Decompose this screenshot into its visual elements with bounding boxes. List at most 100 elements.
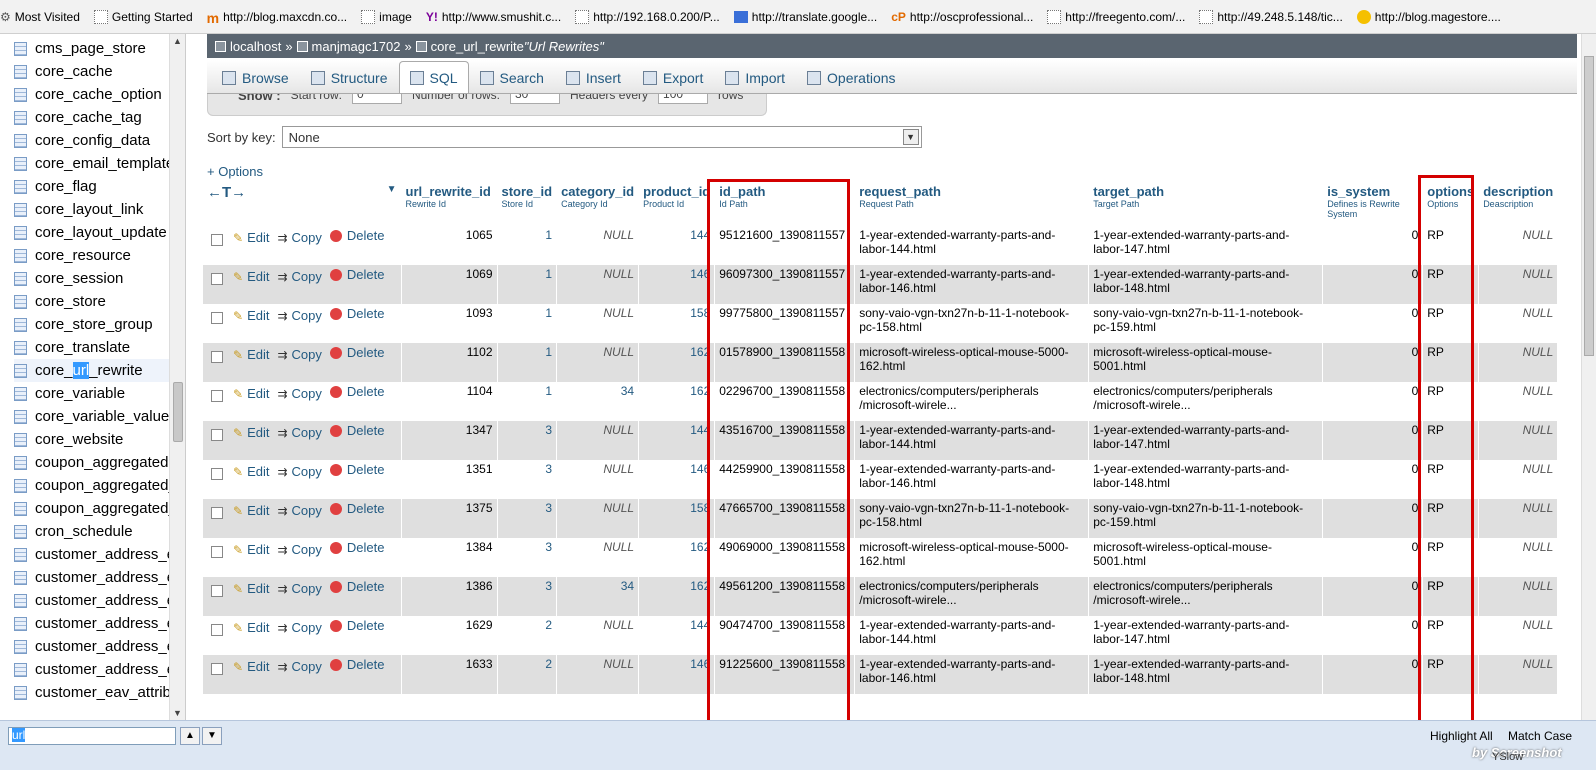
sidebar-item-label[interactable]: customer_address_e <box>35 569 175 586</box>
cell-cat[interactable]: NULL <box>556 655 640 694</box>
edit-button[interactable]: ✎ Edit <box>233 659 269 674</box>
sidebar-item[interactable]: core_config_data <box>14 129 184 152</box>
cell-target[interactable]: electronics/computers/peripherals /micro… <box>1088 382 1324 421</box>
column-header-product_id[interactable]: product_id Product Id <box>638 180 716 226</box>
cell-prod[interactable]: 158 <box>638 499 716 538</box>
table-icon[interactable] <box>14 570 27 585</box>
cell-desc[interactable]: NULL <box>1478 304 1559 343</box>
cell-store[interactable]: 2 <box>497 616 558 655</box>
column-name[interactable]: url_rewrite_id <box>406 184 491 199</box>
copy-button[interactable]: ⇉ Copy <box>277 659 321 674</box>
sort-key-select[interactable]: None ▼ <box>281 126 922 148</box>
sidebar-item[interactable]: core_layout_link <box>14 198 184 221</box>
nav-scrollbar[interactable]: ▲ ▼ <box>169 34 185 720</box>
cell-desc[interactable]: NULL <box>1478 577 1559 616</box>
delete-button[interactable]: Delete <box>329 267 384 282</box>
cell-target[interactable]: 1-year-extended-warranty-parts-and-labor… <box>1088 265 1324 304</box>
cell-sys[interactable]: 0 <box>1322 616 1424 655</box>
cell-req[interactable]: 1-year-extended-warranty-parts-and-labor… <box>854 265 1090 304</box>
cell-sys[interactable]: 0 <box>1322 538 1424 577</box>
column-header-is_system[interactable]: is_system Defines is Rewrite System <box>1322 180 1424 226</box>
cell-opt[interactable]: RP <box>1422 343 1480 382</box>
cell-desc[interactable]: NULL <box>1478 382 1559 421</box>
cell-id[interactable]: 1386 <box>401 577 498 616</box>
column-header-store_id[interactable]: store_id Store Id <box>497 180 558 226</box>
table-icon[interactable] <box>14 478 27 493</box>
cell-cat[interactable]: NULL <box>556 265 640 304</box>
cell-sys[interactable]: 0 <box>1322 265 1424 304</box>
bookmark-item[interactable]: http://blog.magestore.... <box>1356 7 1501 27</box>
cell-opt[interactable]: RP <box>1422 304 1480 343</box>
cell-cat[interactable]: NULL <box>556 304 640 343</box>
cell-desc[interactable]: NULL <box>1478 226 1559 265</box>
cell-cat[interactable]: 34 <box>556 382 640 421</box>
cell-req[interactable]: electronics/computers/peripherals /micro… <box>854 577 1090 616</box>
sidebar-item-label[interactable]: customer_address_e <box>35 638 175 655</box>
edit-button[interactable]: ✎ Edit <box>233 269 269 284</box>
sidebar-item-label[interactable]: coupon_aggregated <box>35 454 168 471</box>
cell-store[interactable]: 1 <box>497 304 558 343</box>
cell-opt[interactable]: RP <box>1422 382 1480 421</box>
cell-target[interactable]: microsoft-wireless-optical-mouse-5001.ht… <box>1088 538 1324 577</box>
cell-prod[interactable]: 144 <box>638 421 716 460</box>
column-name[interactable]: category_id <box>561 184 634 199</box>
edit-button[interactable]: ✎ Edit <box>233 347 269 362</box>
sidebar-item-label[interactable]: core_variable_value <box>35 408 169 425</box>
sidebar-item[interactable]: customer_address_e <box>14 589 184 612</box>
row-checkbox[interactable] <box>211 273 223 285</box>
copy-button[interactable]: ⇉ Copy <box>277 347 321 362</box>
copy-button[interactable]: ⇉ Copy <box>277 425 321 440</box>
column-name[interactable]: target_path <box>1093 184 1164 199</box>
cell-opt[interactable]: RP <box>1422 655 1480 694</box>
copy-button[interactable]: ⇉ Copy <box>277 386 321 401</box>
cell-desc[interactable]: NULL <box>1478 538 1559 577</box>
table-icon[interactable] <box>14 317 27 332</box>
cell-opt[interactable]: RP <box>1422 265 1480 304</box>
copy-button[interactable]: ⇉ Copy <box>277 269 321 284</box>
table-icon[interactable] <box>14 409 27 424</box>
cell-id_path[interactable]: 95121600_1390811557 <box>714 226 856 265</box>
sidebar-item[interactable]: customer_eav_attribu <box>14 681 184 704</box>
table-icon[interactable] <box>14 156 27 171</box>
sidebar-item[interactable]: core_website <box>14 428 184 451</box>
row-checkbox[interactable] <box>211 351 223 363</box>
tab-search[interactable]: Search <box>469 61 555 93</box>
column-name[interactable]: product_id <box>643 184 710 199</box>
highlight-all-button[interactable]: Highlight All <box>1430 729 1493 743</box>
cell-id_path[interactable]: 96097300_1390811557 <box>714 265 856 304</box>
number-of-rows-input[interactable]: 30 <box>510 94 560 104</box>
bookmark-item[interactable]: Y! http://www.smushit.c... <box>426 7 561 27</box>
table-icon[interactable] <box>14 662 27 677</box>
cell-cat[interactable]: NULL <box>556 421 640 460</box>
sidebar-item-label[interactable]: customer_eav_attribu <box>35 684 179 701</box>
cell-sys[interactable]: 0 <box>1322 421 1424 460</box>
cell-prod[interactable]: 144 <box>638 226 716 265</box>
sidebar-item-label[interactable]: core_email_template <box>35 155 174 172</box>
table-icon[interactable] <box>14 432 27 447</box>
cell-store[interactable]: 3 <box>497 460 558 499</box>
sidebar-item[interactable]: core_store <box>14 290 184 313</box>
copy-button[interactable]: ⇉ Copy <box>277 503 321 518</box>
cell-id[interactable]: 1093 <box>401 304 498 343</box>
sidebar-item-label[interactable]: core_store_group <box>35 316 153 333</box>
table-icon[interactable] <box>14 363 27 378</box>
edit-button[interactable]: ✎ Edit <box>233 425 269 440</box>
sidebar-item[interactable]: coupon_aggregated_ <box>14 497 184 520</box>
cell-sys[interactable]: 0 <box>1322 655 1424 694</box>
column-header-options[interactable]: options Options <box>1422 180 1480 226</box>
table-icon[interactable] <box>14 87 27 102</box>
delete-button[interactable]: Delete <box>329 579 384 594</box>
sidebar-item[interactable]: core_variable_value <box>14 405 184 428</box>
cell-req[interactable]: electronics/computers/peripherals /micro… <box>854 382 1090 421</box>
cell-id_path[interactable]: 49561200_1390811558 <box>714 577 856 616</box>
cell-store[interactable]: 1 <box>497 265 558 304</box>
row-checkbox[interactable] <box>211 468 223 480</box>
cell-sys[interactable]: 0 <box>1322 577 1424 616</box>
cell-opt[interactable]: RP <box>1422 460 1480 499</box>
cell-store[interactable]: 1 <box>497 343 558 382</box>
edit-button[interactable]: ✎ Edit <box>233 542 269 557</box>
table-icon[interactable] <box>14 685 27 700</box>
cell-target[interactable]: microsoft-wireless-optical-mouse-5001.ht… <box>1088 343 1324 382</box>
cell-sys[interactable]: 0 <box>1322 460 1424 499</box>
cell-target[interactable]: sony-vaio-vgn-txn27n-b-11-1-notebook-pc-… <box>1088 304 1324 343</box>
